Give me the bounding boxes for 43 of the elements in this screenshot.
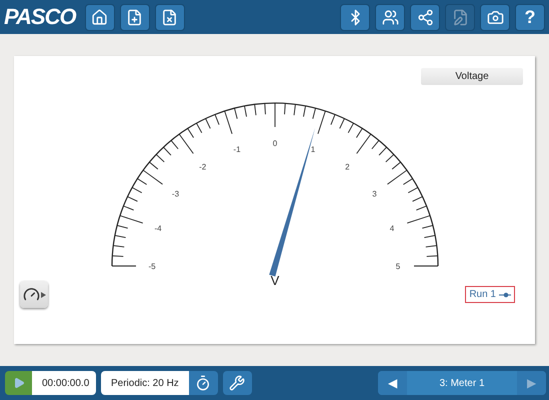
spreadsheet-file-icon [161,8,178,26]
scale-label: -4 [154,224,162,233]
measurement-button[interactable]: Voltage [421,68,523,85]
sampling-rate-field[interactable]: Periodic: 20 Hz [101,371,189,395]
scale-label: -2 [198,162,206,172]
time-display: 00:00:00.0 [32,371,96,395]
scale-label: -3 [171,190,179,199]
scale-label: 0 [272,139,277,148]
bluetooth-button[interactable] [340,4,370,30]
timer-icon [195,375,212,391]
users-button[interactable] [375,4,405,30]
share-button[interactable] [410,4,440,30]
scale-label: 3 [372,190,376,199]
page-title: 3: Meter 1 [407,371,517,395]
run-legend[interactable]: Run 1 [465,286,515,303]
gauge-icon [22,286,40,303]
new-file-icon [126,8,144,26]
run-label: Run 1 [469,289,496,300]
play-icon [12,377,24,389]
new-file-button[interactable] [120,4,150,30]
scale-label: -1 [232,145,240,154]
share-icon [416,8,434,26]
camera-icon [486,8,504,26]
display-type-button[interactable] [20,281,48,308]
tools-button[interactable] [222,371,252,395]
tools-icon [229,375,246,391]
unit-label: V [270,273,279,288]
home-icon [91,8,108,26]
scale-label: 1 [310,145,315,154]
line-marker-icon [499,292,511,298]
home-button[interactable] [84,4,115,30]
scale-label: -5 [148,262,156,271]
help-button[interactable]: ? [515,4,545,30]
scale-label: 4 [389,224,394,233]
timer-button[interactable] [188,371,218,395]
scale-label: 5 [395,262,400,271]
file-edit-icon [452,8,468,26]
caret-icon [40,292,46,298]
camera-button[interactable] [480,4,510,30]
users-icon [382,8,398,26]
spreadsheet-button[interactable] [154,4,185,30]
scale-label: 2 [344,162,350,172]
logo: PASCO [4,4,76,30]
